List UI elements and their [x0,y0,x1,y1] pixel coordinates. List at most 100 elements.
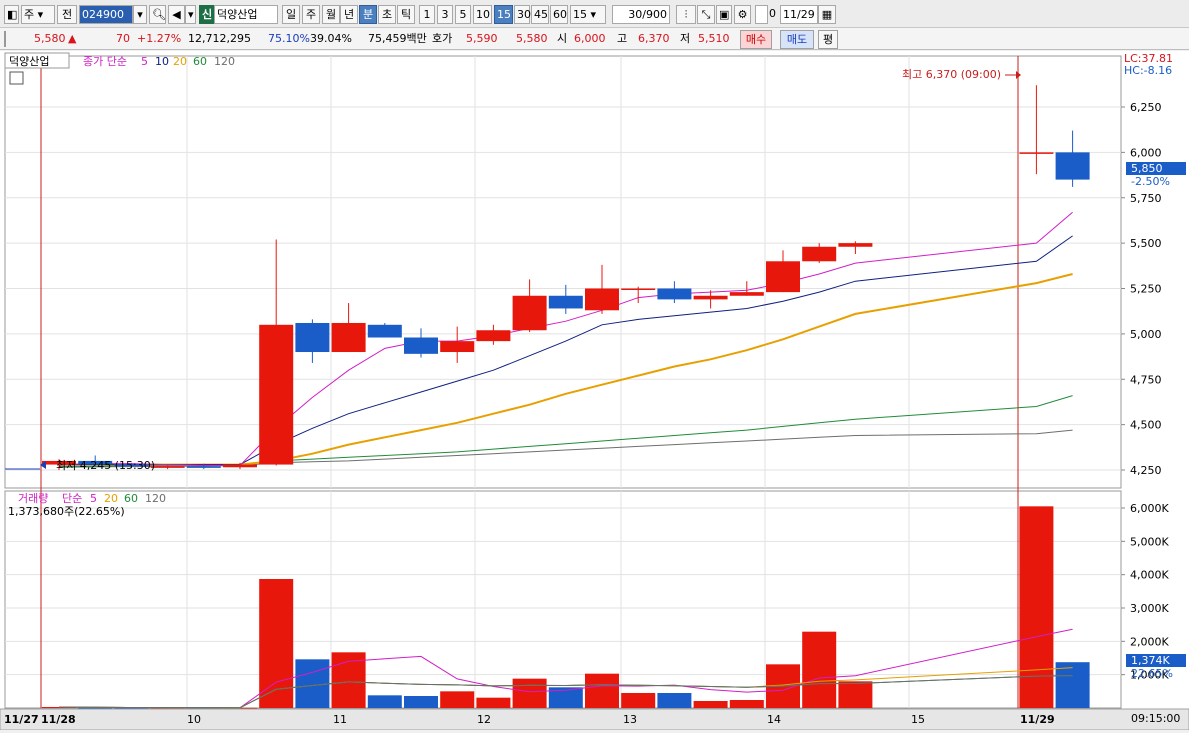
period-button-5[interactable]: 초 [378,5,396,24]
interval-button-30[interactable]: 30 [514,5,531,24]
volume-bar [512,678,547,708]
gear-icon[interactable]: ⚙ [734,5,751,24]
divider [4,31,6,47]
interval-select-value: 15 [573,8,587,21]
ma120-line [58,429,1073,468]
x-axis-label: 11/27 [4,713,39,726]
table-icon [9,71,24,85]
hc-label: HC:-8.16 [1124,64,1172,77]
search-icon[interactable]: 🔍︎ [149,5,166,24]
quote-price: 5,580 [34,32,66,45]
interval-button-10[interactable]: 10 [473,5,492,24]
quote-low: 5,510 [698,32,730,45]
quote-turnover-ratio: 39.04% [310,32,352,45]
price-ma-legend: 5 10 20 60 120 [141,55,235,68]
price-tick-label: 6,250 [1130,101,1162,114]
interval-button-45[interactable]: 45 [531,5,549,24]
volume-ma-legend: 5 20 60 120 [90,492,166,505]
period-button-4[interactable]: 분 [359,5,377,24]
count-field[interactable]: 30/900 [612,5,670,24]
interval-button-5[interactable]: 5 [455,5,471,24]
candle-body [585,288,619,311]
quote-bid: 5,580 [516,32,548,45]
volume-legend-prefix: 단순 [62,492,82,505]
candle-body [657,288,692,300]
axes: 6,250 6,000 5,750 5,500 5,250 5,000 4,750 4,500… [0,101,1189,731]
candle-icon[interactable]: ⫶ [676,5,696,24]
period-button-0[interactable]: 일 [282,5,300,24]
candle-body [548,295,583,309]
overlay-labels: 덕양산업 종가 단순 5 10 20 60 120 LC:37.81 HC:-8.16 … [4,52,1186,725]
candle-body [295,322,330,353]
current-pct-tag: -2.50% [1131,175,1170,188]
candle-body [1019,152,1054,154]
candle-body [331,322,366,353]
mode-select[interactable]: 주 ▾ [21,5,55,24]
quote-change-pct: +1.27% [137,32,182,45]
volume-bar [1055,662,1090,708]
candle-body [150,466,185,468]
calendar-icon[interactable]: ▦ [818,5,836,24]
interval-button-60[interactable]: 60 [550,5,568,24]
interval-button-15[interactable]: 15 [494,5,513,24]
volume-bar [476,697,511,708]
price-ma-legend-item: 20 [173,55,187,68]
quote-change: 70 [116,32,130,45]
hoga-label: 호가 [432,32,453,45]
interval-button-3[interactable]: 3 [437,5,453,24]
volume-tick-label: 2,000K [1130,635,1169,648]
price-panel-frame [4,55,1122,489]
price-tick-label: 4,250 [1130,464,1162,477]
code-dropdown-icon[interactable]: ▾ [133,5,147,24]
stock-name-field[interactable]: 덕양산업 [214,5,278,24]
option-checkbox[interactable] [755,5,768,24]
period-button-2[interactable]: 월 [322,5,340,24]
stock-chart[interactable]: 6,250 6,000 5,750 5,500 5,250 5,000 4,750 4,500… [0,51,1189,731]
interval-select[interactable]: 15 ▾ [570,5,606,24]
volume-bar [729,700,764,708]
interval-button-1[interactable]: 1 [419,5,435,24]
x-axis-label: 11/29 [1020,713,1055,726]
volume-bar [657,693,692,708]
high-label: 고 [617,32,628,45]
speaker-icon[interactable]: ◀ [168,5,185,24]
draw-tool-icon[interactable]: ⤡ [697,5,715,24]
period-button-1[interactable]: 주 [302,5,320,24]
candle-body [729,292,764,296]
buy-button[interactable]: 매수 [740,30,772,49]
candle-body [693,295,728,300]
volume-tick-label: 6,000K [1130,502,1169,515]
candle-body [512,295,547,331]
code-input[interactable]: 024900 [79,5,133,24]
sell-button[interactable]: 매도 [780,30,814,49]
open-label: 시 [557,32,568,45]
low-annotation: 최저 4,245 (15:30) [56,459,155,472]
chart-type-icon[interactable]: ◧ [4,5,19,24]
price-ma-legend-item: 10 [155,55,169,68]
candle-body [802,246,837,262]
ma10-line [59,235,1073,466]
volume-tick-label: 5,000K [1130,535,1169,548]
ma60-line [59,395,1073,467]
price-ma-legend-item: 5 [141,55,148,68]
volume-tick-label: 4,000K [1130,569,1169,582]
full-button[interactable]: 전 [57,5,77,24]
period-button-3[interactable]: 년 [340,5,358,24]
chart-area[interactable]: 6,250 6,000 5,750 5,500 5,250 5,000 4,750 4,500… [0,51,1189,731]
speaker-dropdown-icon[interactable]: ▾ [185,5,196,24]
current-price-tag: 5,850 [1131,162,1163,175]
candle-body [476,330,511,342]
date-field[interactable]: 11/29 [780,5,818,24]
volume-bar [1019,506,1054,708]
time-label: 09:15:00 [1131,712,1180,725]
candle-body [838,243,873,247]
pyeong-button[interactable]: 평 [818,30,838,49]
x-axis-label: 14 [767,713,781,726]
ma5-line [58,211,1073,466]
volume-bar [693,701,728,708]
x-axis-label: 10 [187,713,201,726]
candle-body [259,324,294,465]
save-icon[interactable]: ▣ [716,5,732,24]
chart-grid [4,55,1122,709]
period-button-6[interactable]: 틱 [397,5,415,24]
